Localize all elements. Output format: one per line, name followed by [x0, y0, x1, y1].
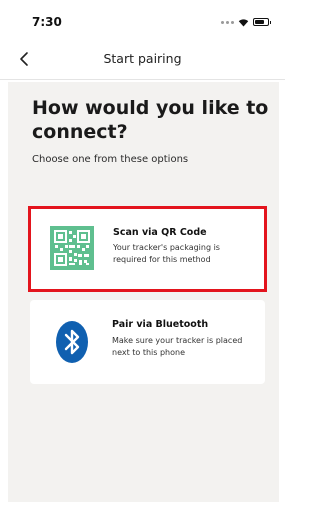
wifi-icon: [238, 18, 249, 26]
option-description: Your tracker's packaging is required for…: [113, 243, 220, 264]
option-card-qr-code[interactable]: Scan via QR Code Your tracker's packagin…: [28, 206, 267, 292]
page-title: How would you like to connect?: [32, 97, 269, 143]
status-bar: 7:30: [0, 0, 285, 40]
qr-code-icon: [50, 226, 94, 270]
option-description: Make sure your tracker is placed next to…: [112, 336, 243, 357]
option-title: Pair via Bluetooth: [112, 319, 209, 330]
page-subtitle: Choose one from these options: [32, 154, 189, 165]
status-icons: [221, 17, 271, 27]
signal-icon: [221, 20, 234, 24]
nav-bar: Start pairing: [0, 40, 285, 80]
bluetooth-icon: [50, 320, 94, 364]
content-area: How would you like to connect? Choose on…: [8, 82, 279, 502]
status-time: 7:30: [32, 15, 62, 29]
battery-icon: [253, 18, 271, 26]
nav-title: Start pairing: [103, 51, 182, 66]
phone-screen: 7:30 Start pairing How would you like to…: [0, 0, 285, 509]
option-card-bluetooth[interactable]: Pair via Bluetooth Make sure your tracke…: [30, 300, 265, 384]
option-title: Scan via QR Code: [113, 227, 207, 238]
